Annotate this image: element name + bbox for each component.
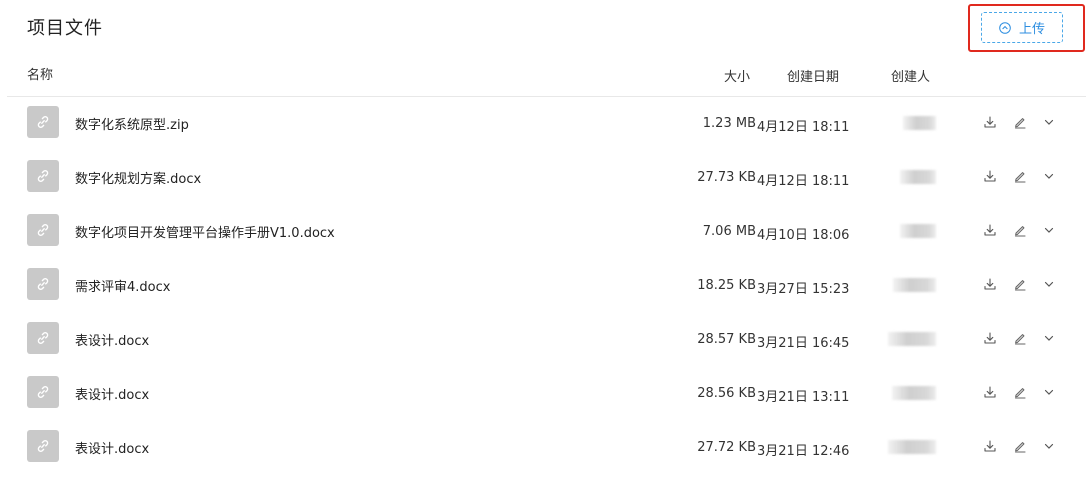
file-name[interactable]: 表设计.docx bbox=[75, 330, 149, 349]
download-icon[interactable] bbox=[982, 222, 998, 238]
edit-icon[interactable] bbox=[1012, 114, 1028, 130]
creator-redacted bbox=[900, 170, 936, 184]
chevron-down-icon[interactable] bbox=[1041, 438, 1057, 454]
file-size: 18.25 KB bbox=[697, 278, 756, 293]
link-icon bbox=[27, 322, 59, 354]
file-row[interactable]: 数字化规划方案.docx 27.73 KB 4月12日 18:11 bbox=[0, 151, 1086, 205]
page-title: 项目文件 bbox=[27, 18, 103, 39]
download-icon[interactable] bbox=[982, 276, 998, 292]
creator-redacted bbox=[888, 440, 936, 454]
link-icon bbox=[27, 106, 59, 138]
chevron-down-icon[interactable] bbox=[1041, 276, 1057, 292]
chevron-down-icon[interactable] bbox=[1041, 114, 1057, 130]
chevron-down-icon[interactable] bbox=[1041, 384, 1057, 400]
file-row[interactable]: 表设计.docx 28.56 KB 3月21日 13:11 bbox=[0, 367, 1086, 421]
edit-icon[interactable] bbox=[1012, 438, 1028, 454]
chevron-down-icon[interactable] bbox=[1041, 222, 1057, 238]
creator-redacted bbox=[888, 332, 936, 346]
file-name[interactable]: 表设计.docx bbox=[75, 438, 149, 457]
file-size: 1.23 MB bbox=[702, 116, 756, 131]
file-date: 4月12日 18:11 bbox=[757, 120, 850, 135]
file-date: 3月21日 16:45 bbox=[757, 336, 850, 351]
column-header-date: 创建日期 bbox=[787, 70, 840, 85]
download-icon[interactable] bbox=[982, 168, 998, 184]
file-name[interactable]: 需求评审4.docx bbox=[75, 276, 170, 295]
link-icon bbox=[27, 430, 59, 462]
file-date: 3月27日 15:23 bbox=[757, 282, 850, 297]
file-date: 3月21日 12:46 bbox=[757, 444, 850, 459]
file-size: 27.72 KB bbox=[697, 440, 756, 455]
file-size: 28.57 KB bbox=[697, 332, 756, 347]
file-list: 数字化系统原型.zip 1.23 MB 4月12日 18:11 数字化规划方案.… bbox=[0, 97, 1086, 475]
edit-icon[interactable] bbox=[1012, 276, 1028, 292]
file-row[interactable]: 数字化项目开发管理平台操作手册V1.0.docx 7.06 MB 4月10日 1… bbox=[0, 205, 1086, 259]
upload-button[interactable]: 上传 bbox=[981, 12, 1063, 43]
file-name[interactable]: 数字化系统原型.zip bbox=[75, 114, 189, 133]
upload-button-label: 上传 bbox=[1018, 22, 1045, 37]
link-icon bbox=[27, 268, 59, 300]
chevron-down-icon[interactable] bbox=[1041, 330, 1057, 346]
file-name[interactable]: 数字化项目开发管理平台操作手册V1.0.docx bbox=[75, 222, 335, 241]
file-size: 28.56 KB bbox=[697, 386, 756, 401]
file-row[interactable]: 数字化系统原型.zip 1.23 MB 4月12日 18:11 bbox=[0, 97, 1086, 151]
download-icon[interactable] bbox=[982, 330, 998, 346]
link-icon bbox=[27, 160, 59, 192]
file-date: 3月21日 13:11 bbox=[757, 390, 850, 405]
edit-icon[interactable] bbox=[1012, 222, 1028, 238]
file-size: 27.73 KB bbox=[697, 170, 756, 185]
file-size: 7.06 MB bbox=[702, 224, 756, 239]
table-header: 名称 大小 创建日期 创建人 bbox=[0, 60, 1086, 96]
download-icon[interactable] bbox=[982, 438, 998, 454]
download-icon[interactable] bbox=[982, 114, 998, 130]
file-row[interactable]: 表设计.docx 27.72 KB 3月21日 12:46 bbox=[0, 421, 1086, 475]
column-header-creator: 创建人 bbox=[891, 70, 931, 85]
creator-redacted bbox=[900, 224, 936, 238]
edit-icon[interactable] bbox=[1012, 168, 1028, 184]
upload-circle-icon bbox=[999, 21, 1011, 34]
chevron-down-icon[interactable] bbox=[1041, 168, 1057, 184]
file-row[interactable]: 表设计.docx 28.57 KB 3月21日 16:45 bbox=[0, 313, 1086, 367]
edit-icon[interactable] bbox=[1012, 384, 1028, 400]
link-icon bbox=[27, 376, 59, 408]
file-date: 4月12日 18:11 bbox=[757, 174, 850, 189]
file-name[interactable]: 表设计.docx bbox=[75, 384, 149, 403]
file-date: 4月10日 18:06 bbox=[757, 228, 850, 243]
file-name[interactable]: 数字化规划方案.docx bbox=[75, 168, 201, 187]
column-header-name: 名称 bbox=[27, 68, 54, 83]
download-icon[interactable] bbox=[982, 384, 998, 400]
creator-redacted bbox=[903, 116, 936, 130]
edit-icon[interactable] bbox=[1012, 330, 1028, 346]
creator-redacted bbox=[893, 278, 936, 292]
link-icon bbox=[27, 214, 59, 246]
creator-redacted bbox=[892, 386, 936, 400]
file-row[interactable]: 需求评审4.docx 18.25 KB 3月27日 15:23 bbox=[0, 259, 1086, 313]
column-header-size: 大小 bbox=[724, 70, 751, 85]
